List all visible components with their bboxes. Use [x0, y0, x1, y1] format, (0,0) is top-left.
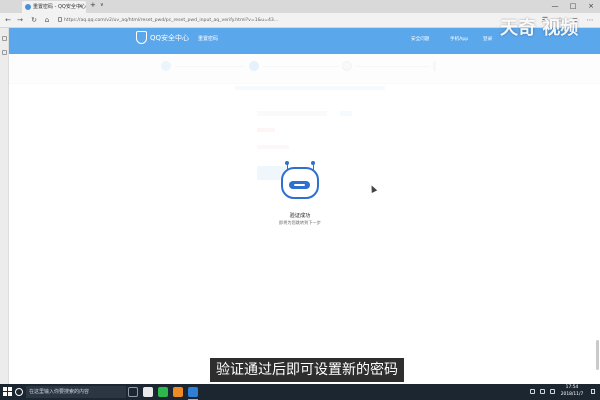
tab-list-button[interactable]: ∨ [100, 2, 104, 8]
tab-close-icon[interactable]: × [78, 1, 83, 13]
robot-success-icon [281, 167, 319, 199]
nav-login[interactable]: 登录 [483, 36, 492, 42]
verify-success-subtitle: 即将为您跳转到下一步 [279, 220, 321, 225]
side-tab-icon[interactable] [2, 50, 7, 55]
minimize-button[interactable]: — [546, 0, 564, 13]
windows-taskbar: 在这里输入你要搜索的内容 17:54 2018/11/7 [0, 384, 600, 400]
home-icon[interactable]: ⌂ [42, 15, 52, 25]
orange-app-icon[interactable] [173, 387, 183, 397]
taskbar-clock[interactable]: 17:54 2018/11/7 [558, 385, 586, 398]
refresh-icon[interactable]: ↻ [29, 15, 39, 25]
maximize-button[interactable]: □ [564, 0, 582, 13]
page-name: 重置密码 [198, 36, 219, 42]
taskbar-search-input[interactable]: 在这里输入你要搜索的内容 [26, 386, 126, 398]
robot-visor-icon [289, 181, 310, 189]
browser-tabbar: 重置密码 - QQ安全中心 × + ∨ — □ × [0, 0, 600, 13]
more-menu-icon[interactable]: ⋯ [585, 15, 595, 25]
browser-tab[interactable]: 重置密码 - QQ安全中心 × [22, 1, 86, 13]
qq-shield-icon [136, 31, 147, 44]
notification-icon[interactable] [591, 389, 595, 394]
verification-overlay [9, 54, 600, 384]
browser-side-strip [0, 28, 9, 384]
close-window-button[interactable]: × [582, 0, 600, 13]
side-tab-icon[interactable] [2, 36, 7, 41]
new-tab-button[interactable]: + [90, 1, 96, 9]
site-logo-text[interactable]: QQ安全中心 [150, 33, 189, 43]
windows-start-icon[interactable] [3, 387, 12, 396]
green-app-icon[interactable] [158, 387, 168, 397]
volume-icon[interactable] [540, 389, 545, 394]
screen: 重置密码 - QQ安全中心 × + ∨ — □ × ← → ↻ ⌂ https:… [0, 0, 600, 400]
qq-favicon-icon [25, 4, 31, 10]
forward-arrow-icon[interactable]: → [15, 15, 25, 25]
page-scrollbar[interactable] [596, 340, 599, 370]
verify-success-title: 验证成功 [289, 213, 311, 219]
task-view-icon[interactable] [128, 387, 138, 397]
nav-security-question[interactable]: 安全问题 [411, 36, 429, 42]
url-field[interactable]: https://aq.qq.com/v2/uv_aq/html/reset_pw… [64, 15, 360, 26]
chrome-app-icon[interactable] [143, 387, 153, 397]
ime-icon[interactable] [550, 389, 555, 394]
back-arrow-icon[interactable]: ← [3, 15, 13, 25]
nav-mobile-app[interactable]: 手机App [450, 36, 468, 42]
edge-app-icon[interactable] [188, 387, 198, 400]
video-watermark: 天奇 视频 [500, 18, 579, 39]
lock-icon [58, 17, 62, 22]
clock-date: 2018/11/7 [560, 391, 584, 397]
cortana-icon[interactable] [15, 388, 23, 396]
network-icon[interactable] [530, 389, 535, 394]
video-caption: 验证通过后即可设置新的密码 [210, 358, 404, 382]
